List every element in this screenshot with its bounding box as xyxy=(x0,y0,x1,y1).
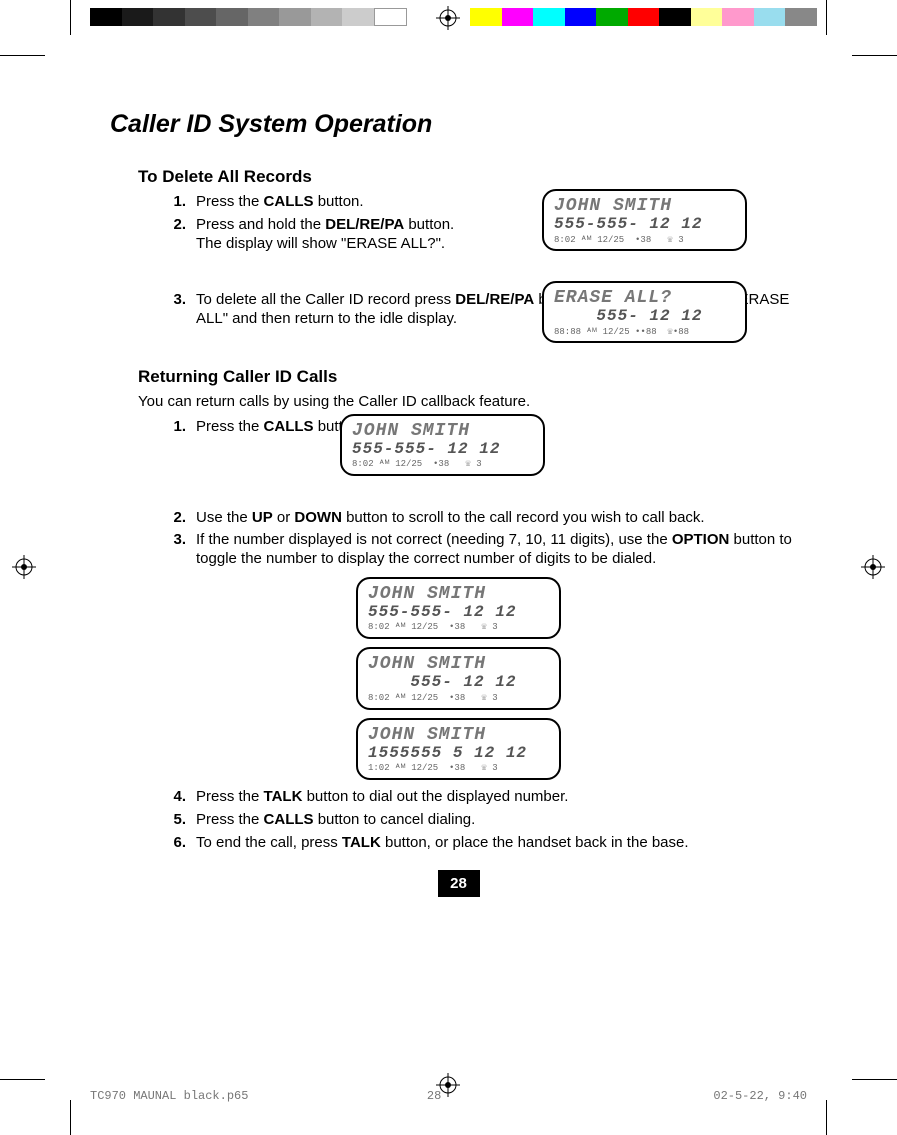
lcd-line3: 8:02 ᴬᴹ 12/25 •38 ☏ 3 xyxy=(352,459,533,470)
step-number: 2. xyxy=(160,509,186,526)
step-text: Press and hold the DEL/RE/PA button. The… xyxy=(196,216,456,254)
step-text: To end the call, press TALK button, or p… xyxy=(196,834,807,853)
step-number: 6. xyxy=(160,834,186,851)
crop-mark xyxy=(852,55,897,56)
print-footer: TC970 MAUNAL black.p65 28 02-5-22, 9:40 xyxy=(90,1089,807,1103)
section-heading-delete: To Delete All Records xyxy=(138,167,807,187)
list-item: 2. Use the UP or DOWN button to scroll t… xyxy=(160,509,807,528)
lcd-line3: 8:02 ᴬᴹ 12/25 •38 ☏ 3 xyxy=(554,235,735,246)
lcd-display: JOHN SMITH 555-555- 12 12 8:02 ᴬᴹ 12/25 … xyxy=(356,577,561,639)
crop-mark xyxy=(826,0,827,35)
step-number: 3. xyxy=(160,291,186,308)
list-item: 4. Press the TALK button to dial out the… xyxy=(160,788,807,807)
step-text: Use the UP or DOWN button to scroll to t… xyxy=(196,509,807,528)
list-item: 5. Press the CALLS button to cancel dial… xyxy=(160,811,807,830)
lcd-line1: JOHN SMITH xyxy=(352,422,533,441)
lcd-line1: JOHN SMITH xyxy=(368,585,549,604)
lcd-line2: 1555555 5 12 12 xyxy=(368,745,549,762)
lcd-display: ERASE ALL? 555- 12 12 88:88 ᴬᴹ 12/25 ••8… xyxy=(542,281,747,343)
step-number: 5. xyxy=(160,811,186,828)
crop-mark xyxy=(70,0,71,35)
lcd-display: JOHN SMITH 555- 12 12 8:02 ᴬᴹ 12/25 •38 … xyxy=(356,647,561,709)
crop-mark xyxy=(852,1079,897,1080)
step-number: 2. xyxy=(160,216,186,233)
list-item: 6. To end the call, press TALK button, o… xyxy=(160,834,807,853)
step-number: 1. xyxy=(160,418,186,435)
crop-mark xyxy=(0,1079,45,1080)
crop-mark xyxy=(0,55,45,56)
section-heading-returning: Returning Caller ID Calls xyxy=(138,367,807,387)
lcd-line3: 8:02 ᴬᴹ 12/25 •38 ☏ 3 xyxy=(368,622,549,633)
section-intro: You can return calls by using the Caller… xyxy=(138,393,807,410)
lcd-line2: 555- 12 12 xyxy=(554,308,735,325)
step-text: If the number displayed is not correct (… xyxy=(196,531,807,569)
page-title: Caller ID System Operation xyxy=(110,110,807,139)
registration-mark-icon xyxy=(12,555,36,579)
lcd-line2: 555-555- 12 12 xyxy=(368,604,549,621)
lcd-line1: JOHN SMITH xyxy=(368,726,549,745)
list-item: 3. If the number displayed is not correc… xyxy=(160,531,807,569)
lcd-line1: JOHN SMITH xyxy=(368,655,549,674)
footer-filename: TC970 MAUNAL black.p65 xyxy=(90,1089,248,1103)
registration-mark-icon xyxy=(436,6,460,30)
lcd-line2: 555-555- 12 12 xyxy=(352,441,533,458)
lcd-line1: ERASE ALL? xyxy=(554,289,735,308)
crop-mark xyxy=(70,1100,71,1135)
lcd-line3: 1:02 ᴬᴹ 12/25 •38 ☏ 3 xyxy=(368,763,549,774)
lcd-line1: JOHN SMITH xyxy=(554,197,735,216)
step-number: 4. xyxy=(160,788,186,805)
lcd-line3: 88:88 ᴬᴹ 12/25 ••88 ☏•88 xyxy=(554,327,735,338)
crop-mark xyxy=(826,1100,827,1135)
lcd-display: JOHN SMITH 1555555 5 12 12 1:02 ᴬᴹ 12/25… xyxy=(356,718,561,780)
step-number: 3. xyxy=(160,531,186,548)
footer-date: 02-5-22, 9:40 xyxy=(713,1089,807,1103)
lcd-line2: 555-555- 12 12 xyxy=(554,216,735,233)
lcd-line2: 555- 12 12 xyxy=(368,674,549,691)
lcd-display: JOHN SMITH 555-555- 12 12 8:02 ᴬᴹ 12/25 … xyxy=(542,189,747,251)
step-text: Press the TALK button to dial out the di… xyxy=(196,788,807,807)
registration-mark-icon xyxy=(861,555,885,579)
step-number: 1. xyxy=(160,193,186,210)
lcd-line3: 8:02 ᴬᴹ 12/25 •38 ☏ 3 xyxy=(368,693,549,704)
footer-page: 28 xyxy=(427,1089,441,1103)
lcd-display: JOHN SMITH 555-555- 12 12 8:02 ᴬᴹ 12/25 … xyxy=(340,414,545,476)
step-text: Press the CALLS button to cancel dialing… xyxy=(196,811,807,830)
page-number-badge: 28 xyxy=(438,870,480,897)
